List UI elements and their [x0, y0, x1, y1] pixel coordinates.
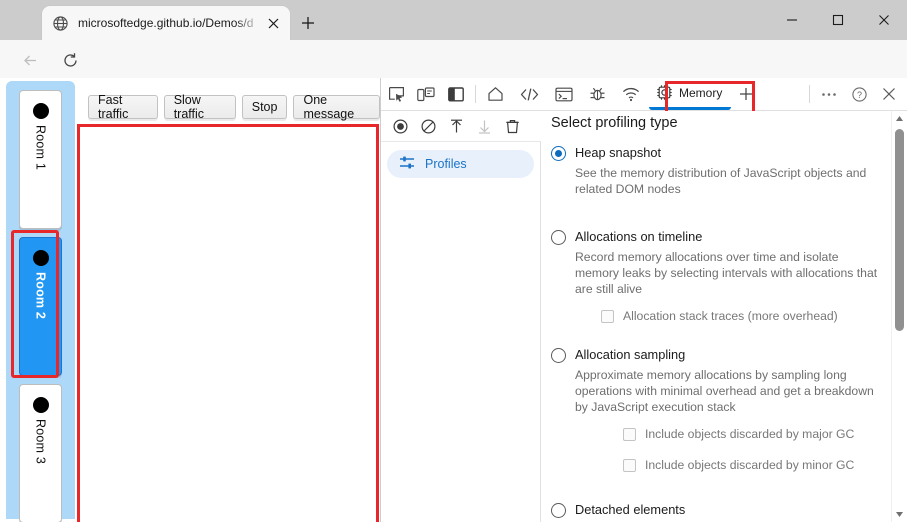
checkbox-label: Include objects discarded by minor GC	[645, 458, 855, 472]
memory-tab-label: Memory	[679, 85, 723, 100]
code-brackets-icon	[520, 87, 539, 101]
checkbox-box[interactable]	[623, 427, 636, 441]
message-list[interactable]	[79, 126, 377, 522]
minimize-button[interactable]	[769, 0, 815, 40]
option-allocation-sampling[interactable]: Allocation sampling Approximate memory a…	[551, 347, 881, 472]
checkbox-box[interactable]	[601, 309, 614, 323]
room-avatar-icon	[32, 103, 49, 119]
scrollbar-thumb[interactable]	[895, 129, 904, 331]
window-controls	[769, 0, 907, 40]
option-label: Heap snapshot	[575, 145, 662, 160]
more-tools-icon[interactable]	[814, 79, 844, 109]
welcome-tab[interactable]	[480, 79, 513, 110]
maximize-button[interactable]	[815, 0, 861, 40]
memory-panel-scrollbar[interactable]	[891, 111, 906, 522]
option-description: Approximate memory allocations by sampli…	[575, 368, 874, 414]
demo-toolbar: Fast traffic Slow traffic Stop One messa…	[88, 93, 380, 121]
elements-tab[interactable]	[513, 79, 548, 110]
room-label: Room 1	[33, 125, 48, 170]
bug-icon	[590, 87, 605, 101]
memory-chip-icon	[657, 85, 672, 100]
new-tab-button[interactable]	[293, 9, 323, 37]
help-icon[interactable]: ?	[844, 79, 874, 109]
checkbox-major-gc[interactable]: Include objects discarded by major GC	[623, 427, 881, 441]
network-tab[interactable]	[615, 79, 649, 110]
close-devtools-icon[interactable]	[874, 79, 904, 109]
room-button-1[interactable]: Room 1	[19, 90, 62, 229]
radio-detached-elements[interactable]	[551, 503, 566, 518]
option-allocations-on-timeline[interactable]: Allocations on timeline Record memory al…	[551, 229, 881, 323]
stop-button[interactable]: Stop	[241, 95, 288, 119]
checkbox-label: Allocation stack traces (more overhead)	[623, 309, 838, 323]
one-message-button[interactable]: One message	[293, 93, 380, 121]
tab-strip: microsoftedge.github.io/Demos/d	[0, 0, 907, 40]
toolbar-separator-right	[809, 85, 810, 103]
room-avatar-icon	[32, 250, 49, 266]
sidebar-item-profiles[interactable]: Profiles	[387, 150, 534, 178]
console-tab[interactable]	[548, 79, 582, 110]
close-window-button[interactable]	[861, 0, 907, 40]
back-arrow-icon[interactable]	[16, 47, 44, 73]
memory-panel-toolbar	[381, 111, 541, 142]
tab-title: microsoftedge.github.io/Demos/d	[78, 16, 254, 30]
globe-icon	[52, 15, 69, 32]
svg-text:?: ?	[856, 90, 861, 100]
option-heap-snapshot[interactable]: Heap snapshot See the memory distributio…	[551, 145, 881, 197]
navigation-bar: https://microsoftedge.github.io/Demos/de…	[0, 40, 907, 113]
wifi-icon	[622, 87, 640, 101]
radio-heap-snapshot[interactable]	[551, 146, 566, 161]
dock-side-icon[interactable]	[441, 79, 471, 109]
console-icon	[555, 87, 573, 101]
option-description: See the memory distribution of JavaScrip…	[575, 166, 867, 196]
browser-window: microsoftedge.github.io/Demos/d Room 1 R…	[0, 0, 907, 522]
radio-allocation-sampling[interactable]	[551, 348, 566, 363]
room-button-3[interactable]: Room 3	[19, 384, 62, 522]
panel-title: Select profiling type	[551, 115, 678, 131]
devtools-panel: Memory ? Profiles Select profiling type …	[380, 78, 907, 522]
home-icon	[488, 87, 503, 101]
memory-profiling-type-panel: Select profiling type Heap snapshot See …	[542, 111, 907, 522]
room-avatar-icon	[32, 397, 49, 413]
room-label: Room 2	[33, 272, 48, 320]
radio-allocations-on-timeline[interactable]	[551, 230, 566, 245]
option-label: Detached elements	[575, 502, 686, 517]
sources-tab[interactable]	[582, 79, 615, 110]
browser-tab[interactable]: microsoftedge.github.io/Demos/d	[42, 6, 290, 40]
load-profile-icon[interactable]	[443, 113, 469, 139]
memory-sidebar: Profiles	[381, 142, 541, 522]
option-label: Allocation sampling	[575, 347, 686, 362]
delete-profile-icon[interactable]	[499, 113, 525, 139]
web-page-content: Room 1 Room 2 Room 3 Fast traffic Slow t…	[0, 78, 380, 522]
fast-traffic-button[interactable]: Fast traffic	[88, 93, 158, 121]
option-description: Record memory allocations over time and …	[575, 250, 878, 296]
room-button-2[interactable]: Room 2	[19, 237, 62, 376]
save-profile-icon[interactable]	[471, 113, 497, 139]
device-emulation-icon[interactable]	[411, 79, 441, 109]
inspect-element-icon[interactable]	[381, 79, 411, 109]
checkbox-allocation-stack-traces[interactable]: Allocation stack traces (more overhead)	[601, 309, 881, 323]
clear-icon[interactable]	[415, 113, 441, 139]
more-panels-button[interactable]	[731, 79, 761, 109]
memory-tab[interactable]: Memory	[649, 79, 732, 110]
tab-close-icon[interactable]	[262, 12, 284, 34]
room-label: Room 3	[33, 419, 48, 464]
option-detached-elements[interactable]: Detached elements	[551, 502, 881, 518]
sidebar-item-label: Profiles	[425, 157, 467, 171]
devtools-toolbar: Memory ?	[381, 78, 907, 111]
toolbar-separator	[475, 85, 476, 103]
scroll-up-icon[interactable]	[892, 111, 907, 126]
record-icon[interactable]	[387, 113, 413, 139]
option-label: Allocations on timeline	[575, 229, 703, 244]
reload-icon[interactable]	[56, 47, 84, 73]
scroll-down-icon[interactable]	[892, 507, 907, 522]
slow-traffic-button[interactable]: Slow traffic	[163, 93, 236, 121]
filters-icon	[399, 155, 415, 173]
rooms-rail: Room 1 Room 2 Room 3	[6, 81, 75, 522]
checkbox-label: Include objects discarded by major GC	[645, 427, 855, 441]
checkbox-box[interactable]	[623, 458, 636, 472]
checkbox-minor-gc[interactable]: Include objects discarded by minor GC	[623, 458, 881, 472]
